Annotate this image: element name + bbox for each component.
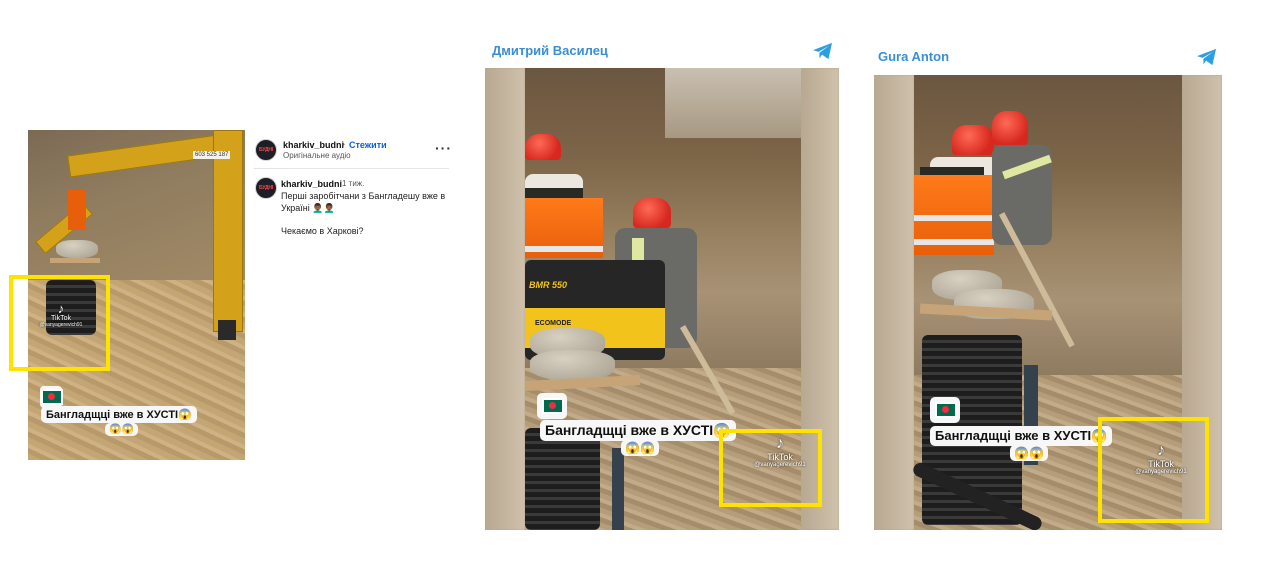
board	[50, 258, 100, 263]
helmet	[633, 198, 671, 228]
reflective-stripe	[914, 215, 994, 221]
helmet	[525, 134, 561, 160]
flag-box	[930, 397, 960, 423]
machine-label: BMR 550	[529, 280, 568, 290]
caption-text: Перші заробітчани з Бангладешу вже в Укр…	[281, 191, 446, 213]
caption-account[interactable]: kharkiv_budni	[281, 179, 342, 189]
overlay-emoji: 😱😱	[1010, 445, 1048, 461]
reflective-stripe	[914, 239, 994, 245]
channel-name[interactable]: Gura Anton	[878, 49, 949, 64]
caption-avatar[interactable]: БУДНІ	[255, 177, 277, 199]
machine-sublabel: ECOMODE	[535, 320, 572, 327]
overlay-emoji: 😱😱	[105, 423, 138, 436]
drainage-pipe	[525, 428, 600, 530]
follow-button[interactable]: Стежити	[349, 140, 387, 150]
stone	[56, 240, 98, 258]
trench-top	[665, 68, 801, 138]
blur-left	[874, 75, 914, 530]
divider	[254, 168, 449, 169]
excavator-number: 603 525 187	[193, 151, 231, 159]
overlay-caption: Бангладщці вже в ХУСТІ😱	[540, 420, 736, 441]
overlay-caption: Бангладщці вже в ХУСТІ😱	[41, 406, 197, 423]
reflective-stripe	[525, 246, 603, 252]
highlight-box	[719, 429, 822, 507]
flag-box	[537, 393, 567, 419]
more-horizontal-icon[interactable]: ···	[435, 140, 452, 156]
bangladesh-flag-icon	[41, 389, 63, 405]
excavator-stick	[213, 130, 243, 332]
flag-box	[40, 386, 63, 408]
caption-text-2: Чекаємо в Харкові?	[281, 226, 364, 236]
post	[612, 448, 624, 530]
bangladesh-flag-icon	[542, 398, 564, 414]
bangladesh-flag-icon	[935, 402, 957, 418]
overlay-emoji: 😱😱	[621, 440, 659, 456]
overlay-caption: Бангладщці вже в ХУСТІ😱	[930, 426, 1113, 446]
highlight-box	[9, 275, 110, 371]
caption-time: 1 тиж.	[342, 179, 365, 188]
account-name[interactable]: kharkiv_budni	[283, 140, 344, 150]
audio-label[interactable]: Оригінальне аудіо	[283, 151, 351, 160]
excavator-bucket	[218, 320, 236, 340]
telegram-icon[interactable]	[1196, 48, 1218, 66]
avatar[interactable]: БУДНІ	[255, 139, 277, 161]
telegram-icon[interactable]	[812, 42, 834, 60]
channel-name[interactable]: Дмитрий Василец	[492, 43, 608, 58]
helmet	[952, 125, 994, 155]
separator: •	[342, 140, 345, 149]
highlight-box	[1098, 417, 1209, 523]
helmet	[992, 111, 1028, 145]
blur-left	[485, 68, 525, 530]
stone	[530, 350, 615, 380]
worker-figure	[68, 190, 86, 230]
